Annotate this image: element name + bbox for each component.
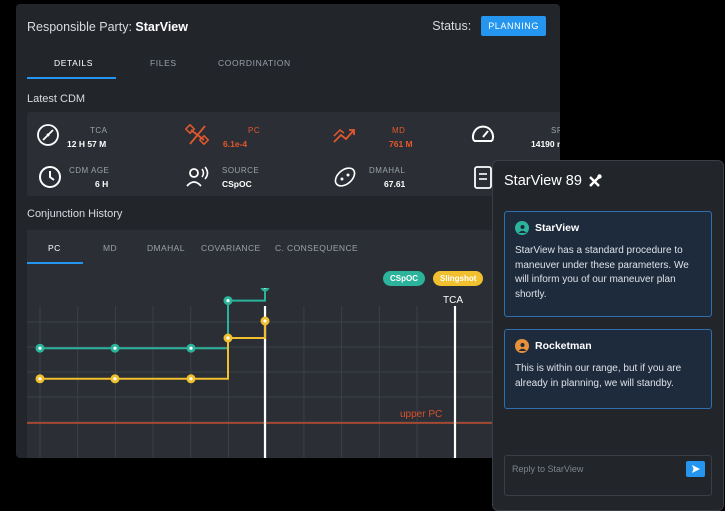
status-badge[interactable]: PLANNING <box>481 16 546 36</box>
legend-slingshot[interactable]: Slingshot <box>433 271 484 286</box>
history-tab-md[interactable]: MD <box>103 243 117 253</box>
metric-pc-label: PC <box>248 126 261 135</box>
responsible-party-label: Responsible Party: <box>27 20 132 34</box>
tca-label: TCA <box>443 295 463 306</box>
reply-box <box>504 455 712 496</box>
broadcast-person-icon <box>186 166 209 187</box>
tab-coordination[interactable]: COORDINATION <box>218 58 291 68</box>
data-point-center <box>113 346 117 350</box>
latest-cdm-title: Latest CDM <box>27 93 86 105</box>
metric-source-label: SOURCE <box>222 166 260 175</box>
metric-cdm-age-label: CDM AGE <box>69 166 110 175</box>
send-button[interactable] <box>686 461 705 477</box>
metric-dmahal-label: DMAHAL <box>369 166 406 175</box>
tab-files[interactable]: FILES <box>150 58 177 68</box>
chat-panel: StarView 89 StarView StarView has a stan… <box>492 160 724 511</box>
message-text: StarView has a standard procedure to man… <box>515 245 689 300</box>
metric-speed-label: SPEED <box>551 126 560 135</box>
tab-details[interactable]: DETAILS <box>54 58 93 68</box>
history-tab-c-consequence[interactable]: C. CONSEQUENCE <box>275 243 358 253</box>
metric-md-label: MD <box>392 126 406 135</box>
conjunction-detail-panel: Responsible Party: StarView Status: PLAN… <box>16 4 560 458</box>
chat-title-text: StarView 89 <box>504 173 582 189</box>
metric-tca-label: TCA <box>90 126 108 135</box>
data-point-center <box>113 377 117 381</box>
data-point-center <box>38 346 42 350</box>
latest-cdm-panel: TCA 12 H 57 M PC 6.1e-4 MD 761 M S 14190… <box>27 112 560 196</box>
status-area: Status: PLANNING <box>432 16 546 36</box>
pc-history-chart: upper PC TCA <box>27 288 560 458</box>
data-point-center <box>189 377 193 381</box>
metric-source-value: CSpOC <box>222 179 252 189</box>
metric-md-value: 761 M <box>389 139 413 149</box>
message-header: StarView <box>515 221 701 235</box>
user-avatar-icon <box>515 339 529 353</box>
satellite-icon <box>185 123 210 146</box>
history-tab-dmahal[interactable]: DMAHAL <box>147 243 185 253</box>
chat-message: StarView StarView has a standard procedu… <box>504 211 712 317</box>
chat-message: Rocketman This is within our range, but … <box>504 329 712 409</box>
responsible-party-value: StarView <box>135 20 188 34</box>
message-header: Rocketman <box>515 339 701 353</box>
responsible-party: Responsible Party: StarView <box>27 20 188 34</box>
chat-title: StarView 89 <box>504 173 603 189</box>
user-avatar-icon <box>515 221 529 235</box>
send-icon <box>691 465 700 473</box>
ellipse-orbit-icon <box>334 167 356 187</box>
clock-icon <box>39 166 61 188</box>
history-tabs: PC MD DMAHAL COVARIANCE C. CONSEQUENCE <box>27 230 560 264</box>
conjunction-history-chart-area: PC MD DMAHAL COVARIANCE C. CONSEQUENCE C… <box>27 230 560 458</box>
message-author: StarView <box>535 222 580 234</box>
active-history-tab-indicator <box>27 262 83 264</box>
legend-cspoc[interactable]: CSpOC <box>383 271 425 286</box>
data-point-center <box>189 346 193 350</box>
metric-tca-value: 12 H 57 M <box>67 139 107 149</box>
data-point-center <box>226 336 230 340</box>
data-point-center <box>263 319 267 323</box>
conjunction-history-title: Conjunction History <box>27 208 123 220</box>
tools-icon <box>589 174 602 187</box>
history-tab-covariance[interactable]: COVARIANCE <box>201 243 261 253</box>
threshold-label: upper PC <box>400 409 442 420</box>
metric-speed-value: 14190 m/s <box>531 139 560 149</box>
metric-pc-value: 6.1e-4 <box>223 139 248 149</box>
status-label: Status: <box>432 19 472 33</box>
metric-dmahal-value: 67.61 <box>384 179 406 189</box>
data-point-center <box>226 299 230 303</box>
metric-cdm-age-value: 6 H <box>95 179 109 189</box>
history-tab-pc[interactable]: PC <box>48 243 61 253</box>
series-line-1 <box>40 321 266 380</box>
speedometer-icon <box>472 125 494 142</box>
detail-tabs: DETAILS FILES COORDINATION <box>27 54 327 80</box>
compass-icon <box>37 124 59 146</box>
data-point-center <box>38 377 42 381</box>
message-text: This is within our range, but if you are… <box>515 363 682 389</box>
reply-input[interactable] <box>512 461 672 477</box>
active-tab-indicator <box>27 77 116 79</box>
trend-arrows-icon <box>333 129 355 143</box>
message-author: Rocketman <box>535 340 592 352</box>
